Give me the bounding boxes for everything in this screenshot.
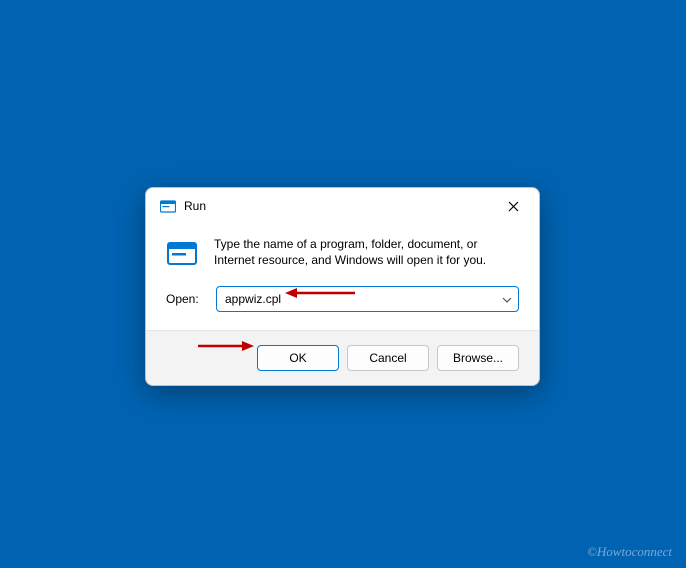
open-combobox[interactable] <box>216 286 519 312</box>
chevron-down-icon[interactable] <box>502 294 512 304</box>
dialog-description: Type the name of a program, folder, docu… <box>214 236 519 268</box>
dialog-footer: OK Cancel Browse... <box>146 330 539 385</box>
run-icon <box>160 199 176 213</box>
close-button[interactable] <box>497 194 529 218</box>
close-icon <box>508 201 519 212</box>
window-title: Run <box>184 199 497 213</box>
watermark: ©Howtoconnect <box>587 544 672 560</box>
open-row: Open: <box>166 286 519 312</box>
open-input[interactable] <box>225 292 494 306</box>
browse-button[interactable]: Browse... <box>437 345 519 371</box>
ok-button[interactable]: OK <box>257 345 339 371</box>
open-label: Open: <box>166 292 206 306</box>
titlebar: Run <box>146 188 539 222</box>
info-row: Type the name of a program, folder, docu… <box>166 236 519 268</box>
run-dialog: Run Type the name of a program, folder, … <box>145 187 540 386</box>
run-program-icon <box>166 238 200 268</box>
dialog-body: Type the name of a program, folder, docu… <box>146 222 539 330</box>
cancel-button[interactable]: Cancel <box>347 345 429 371</box>
